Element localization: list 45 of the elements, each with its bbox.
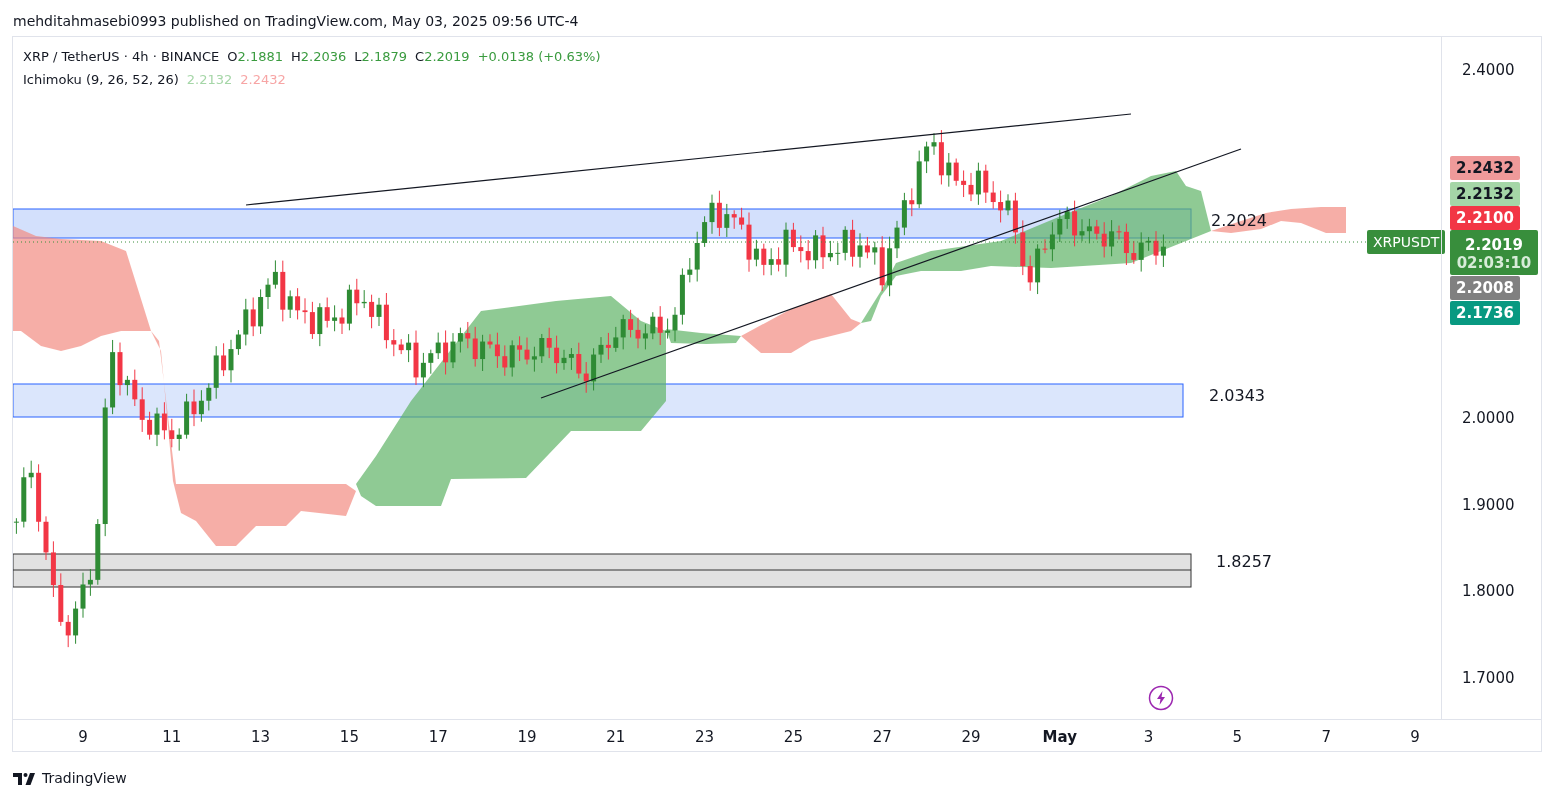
date-tick-label: 23 — [695, 727, 715, 748]
price-value: 2.2100 — [1456, 207, 1514, 229]
brand-logo-icon — [13, 772, 37, 785]
indicator-value: 2.2432 — [240, 70, 286, 89]
date-tick-label: May — [1042, 727, 1077, 748]
ohlc-value: H2.2036 — [291, 48, 347, 66]
price-change: +0.0138 (+0.63%) — [477, 48, 601, 66]
date-tick-label: 21 — [606, 727, 626, 748]
price-tick-label: 1.8000 — [1462, 580, 1515, 602]
date-tick-label: 17 — [428, 727, 448, 748]
symbol-title: XRP / TetherUS · 4h · BINANCE — [23, 48, 220, 66]
price-tick-label: 2.0000 — [1462, 407, 1515, 429]
price-value: 2.2008 — [1456, 277, 1514, 299]
date-tick-label: 15 — [339, 727, 359, 748]
price-tick-label: 2.4000 — [1462, 59, 1515, 81]
date-tick-label: 13 — [251, 727, 271, 748]
date-tick-label: 11 — [162, 727, 182, 748]
date-tick-label: 27 — [872, 727, 892, 748]
price-tick-label: 1.7000 — [1462, 667, 1515, 689]
date-tick-label: 3 — [1143, 727, 1154, 748]
zone-price-label: 1.8257 — [1216, 551, 1272, 573]
symbol-badge: XRPUSDT — [1367, 230, 1446, 254]
zone-price-label: 2.2024 — [1211, 210, 1267, 232]
ohlc-value: C2.2019 — [415, 48, 470, 66]
date-tick-label: 9 — [1410, 727, 1420, 748]
date-tick-label: 29 — [961, 727, 981, 748]
ohlc-value: O2.1881 — [227, 48, 284, 66]
brand-name: TradingView — [42, 769, 127, 788]
date-tick-label: 19 — [517, 727, 537, 748]
indicator-value: 2.2132 — [186, 70, 233, 89]
date-tick-label: 5 — [1232, 727, 1243, 748]
indicator-name: Ichimoku (9, 26, 52, 26) — [23, 70, 179, 89]
lightning-icon[interactable] — [1148, 685, 1174, 711]
zone-price-label: 2.0343 — [1209, 385, 1265, 407]
price-value: 2.2019 — [1465, 234, 1523, 256]
bar-countdown: 02:03:10 — [1456, 256, 1532, 272]
date-tick-label: 25 — [783, 727, 803, 748]
ohlc-value: L2.1879 — [354, 48, 408, 66]
price-tick-label: 1.9000 — [1462, 494, 1515, 516]
publish-attribution: mehditahmasebi0993 published on TradingView.com, May 03, 2025 09:56 UTC-4 — [13, 13, 579, 29]
date-tick-label: 7 — [1321, 727, 1331, 748]
price-value: 2.1736 — [1456, 302, 1514, 324]
price-value: 2.2432 — [1456, 157, 1514, 179]
price-value: 2.2132 — [1456, 183, 1514, 205]
date-tick-label: 9 — [78, 727, 88, 748]
